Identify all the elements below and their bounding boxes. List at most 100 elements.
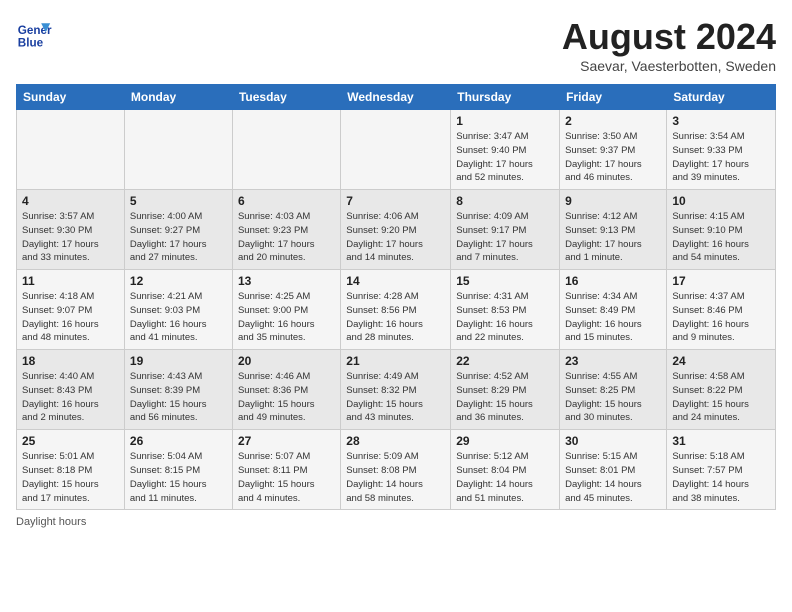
day-number: 22 (456, 354, 554, 368)
calendar-cell: 31 Sunrise: 5:18 AM Sunset: 7:57 PM Dayli… (667, 430, 776, 510)
day-info: Sunrise: 5:12 AM Sunset: 8:04 PM Dayligh… (456, 450, 554, 505)
day-number: 28 (346, 434, 445, 448)
footer-note: Daylight hours (16, 516, 776, 528)
day-info: Sunrise: 4:09 AM Sunset: 9:17 PM Dayligh… (456, 210, 554, 265)
day-info: Sunrise: 4:12 AM Sunset: 9:13 PM Dayligh… (565, 210, 661, 265)
day-info: Sunrise: 4:18 AM Sunset: 9:07 PM Dayligh… (22, 290, 119, 345)
day-number: 29 (456, 434, 554, 448)
day-number: 25 (22, 434, 119, 448)
day-info: Sunrise: 4:25 AM Sunset: 9:00 PM Dayligh… (238, 290, 335, 345)
calendar-cell: 9 Sunrise: 4:12 AM Sunset: 9:13 PM Daylig… (560, 190, 667, 270)
calendar-cell: 2 Sunrise: 3:50 AM Sunset: 9:37 PM Daylig… (560, 110, 667, 190)
day-number: 31 (672, 434, 770, 448)
day-info: Sunrise: 4:40 AM Sunset: 8:43 PM Dayligh… (22, 370, 119, 425)
day-info: Sunrise: 4:43 AM Sunset: 8:39 PM Dayligh… (130, 370, 227, 425)
calendar-cell: 7Sunrise: 4:06 AM Sunset: 9:20 PM Daylig… (341, 190, 451, 270)
day-info: Sunrise: 4:31 AM Sunset: 8:53 PM Dayligh… (456, 290, 554, 345)
day-number: 26 (130, 434, 227, 448)
subtitle: Saevar, Vaesterbotten, Sweden (562, 58, 776, 74)
day-number: 11 (22, 274, 119, 288)
calendar-cell: 3 Sunrise: 3:54 AM Sunset: 9:33 PM Daylig… (667, 110, 776, 190)
calendar-week-row: 11 Sunrise: 4:18 AM Sunset: 9:07 PM Dayli… (17, 270, 776, 350)
day-info: Sunrise: 5:18 AM Sunset: 7:57 PM Dayligh… (672, 450, 770, 505)
calendar-cell: 11 Sunrise: 4:18 AM Sunset: 9:07 PM Dayli… (17, 270, 125, 350)
day-of-week-header: Saturday (667, 85, 776, 110)
day-number: 12 (130, 274, 227, 288)
day-number: 16 (565, 274, 661, 288)
day-info: Sunrise: 4:37 AM Sunset: 8:46 PM Dayligh… (672, 290, 770, 345)
day-number: 19 (130, 354, 227, 368)
day-info: Sunrise: 5:09 AM Sunset: 8:08 PM Dayligh… (346, 450, 445, 505)
calendar-cell: 13 Sunrise: 4:25 AM Sunset: 9:00 PM Dayli… (232, 270, 340, 350)
calendar-cell: 4 Sunrise: 3:57 AM Sunset: 9:30 PM Daylig… (17, 190, 125, 270)
logo-icon: General Blue (16, 16, 52, 52)
day-of-week-header: Thursday (451, 85, 560, 110)
calendar-week-row: 1 Sunrise: 3:47 AM Sunset: 9:40 PM Daylig… (17, 110, 776, 190)
day-of-week-header: Sunday (17, 85, 125, 110)
calendar-week-row: 25 Sunrise: 5:01 AM Sunset: 8:18 PM Dayli… (17, 430, 776, 510)
day-number: 8 (456, 194, 554, 208)
day-info: Sunrise: 4:06 AM Sunset: 9:20 PM Dayligh… (346, 210, 445, 265)
day-number: 13 (238, 274, 335, 288)
calendar-cell (341, 110, 451, 190)
day-of-week-header: Friday (560, 85, 667, 110)
calendar-cell: 10 Sunrise: 4:15 AM Sunset: 9:10 PM Dayli… (667, 190, 776, 270)
day-info: Sunrise: 5:04 AM Sunset: 8:15 PM Dayligh… (130, 450, 227, 505)
day-number: 9 (565, 194, 661, 208)
day-info: Sunrise: 5:01 AM Sunset: 8:18 PM Dayligh… (22, 450, 119, 505)
calendar-cell: 15 Sunrise: 4:31 AM Sunset: 8:53 PM Dayli… (451, 270, 560, 350)
calendar-cell: 12Sunrise: 4:21 AM Sunset: 9:03 PM Dayli… (124, 270, 232, 350)
day-info: Sunrise: 4:15 AM Sunset: 9:10 PM Dayligh… (672, 210, 770, 265)
day-of-week-header: Wednesday (341, 85, 451, 110)
day-number: 3 (672, 114, 770, 128)
calendar-cell (232, 110, 340, 190)
calendar-cell: 24 Sunrise: 4:58 AM Sunset: 8:22 PM Dayli… (667, 350, 776, 430)
header-row: SundayMondayTuesdayWednesdayThursdayFrid… (17, 85, 776, 110)
day-number: 24 (672, 354, 770, 368)
calendar-cell: 20Sunrise: 4:46 AM Sunset: 8:36 PM Dayli… (232, 350, 340, 430)
day-number: 17 (672, 274, 770, 288)
calendar-week-row: 18Sunrise: 4:40 AM Sunset: 8:43 PM Dayli… (17, 350, 776, 430)
day-of-week-header: Tuesday (232, 85, 340, 110)
day-number: 10 (672, 194, 770, 208)
day-info: Sunrise: 4:28 AM Sunset: 8:56 PM Dayligh… (346, 290, 445, 345)
title-area: August 2024 Saevar, Vaesterbotten, Swede… (562, 16, 776, 74)
day-number: 1 (456, 114, 554, 128)
day-info: Sunrise: 4:49 AM Sunset: 8:32 PM Dayligh… (346, 370, 445, 425)
calendar-cell: 26 Sunrise: 5:04 AM Sunset: 8:15 PM Dayli… (124, 430, 232, 510)
calendar-cell: 27Sunrise: 5:07 AM Sunset: 8:11 PM Dayli… (232, 430, 340, 510)
header: General Blue August 2024 Saevar, Vaester… (16, 16, 776, 74)
day-number: 15 (456, 274, 554, 288)
calendar-cell (17, 110, 125, 190)
day-info: Sunrise: 3:54 AM Sunset: 9:33 PM Dayligh… (672, 130, 770, 185)
day-info: Sunrise: 3:50 AM Sunset: 9:37 PM Dayligh… (565, 130, 661, 185)
day-info: Sunrise: 4:52 AM Sunset: 8:29 PM Dayligh… (456, 370, 554, 425)
calendar-cell: 6 Sunrise: 4:03 AM Sunset: 9:23 PM Daylig… (232, 190, 340, 270)
svg-text:Blue: Blue (18, 37, 44, 50)
day-info: Sunrise: 4:58 AM Sunset: 8:22 PM Dayligh… (672, 370, 770, 425)
calendar-cell: 29 Sunrise: 5:12 AM Sunset: 8:04 PM Dayli… (451, 430, 560, 510)
calendar-cell: 19 Sunrise: 4:43 AM Sunset: 8:39 PM Dayli… (124, 350, 232, 430)
day-number: 6 (238, 194, 335, 208)
logo: General Blue (16, 16, 52, 52)
day-number: 23 (565, 354, 661, 368)
calendar-cell: 22 Sunrise: 4:52 AM Sunset: 8:29 PM Dayli… (451, 350, 560, 430)
calendar-cell: 8 Sunrise: 4:09 AM Sunset: 9:17 PM Daylig… (451, 190, 560, 270)
day-info: Sunrise: 3:57 AM Sunset: 9:30 PM Dayligh… (22, 210, 119, 265)
day-info: Sunrise: 4:34 AM Sunset: 8:49 PM Dayligh… (565, 290, 661, 345)
day-info: Sunrise: 4:03 AM Sunset: 9:23 PM Dayligh… (238, 210, 335, 265)
day-number: 21 (346, 354, 445, 368)
day-number: 4 (22, 194, 119, 208)
day-number: 27 (238, 434, 335, 448)
calendar-week-row: 4 Sunrise: 3:57 AM Sunset: 9:30 PM Daylig… (17, 190, 776, 270)
calendar-table: SundayMondayTuesdayWednesdayThursdayFrid… (16, 84, 776, 510)
calendar-cell: 23Sunrise: 4:55 AM Sunset: 8:25 PM Dayli… (560, 350, 667, 430)
calendar-cell: 5Sunrise: 4:00 AM Sunset: 9:27 PM Daylig… (124, 190, 232, 270)
day-number: 20 (238, 354, 335, 368)
day-info: Sunrise: 4:00 AM Sunset: 9:27 PM Dayligh… (130, 210, 227, 265)
calendar-cell: 14Sunrise: 4:28 AM Sunset: 8:56 PM Dayli… (341, 270, 451, 350)
calendar-cell: 17 Sunrise: 4:37 AM Sunset: 8:46 PM Dayli… (667, 270, 776, 350)
calendar-cell: 18Sunrise: 4:40 AM Sunset: 8:43 PM Dayli… (17, 350, 125, 430)
day-number: 2 (565, 114, 661, 128)
day-info: Sunrise: 3:47 AM Sunset: 9:40 PM Dayligh… (456, 130, 554, 185)
